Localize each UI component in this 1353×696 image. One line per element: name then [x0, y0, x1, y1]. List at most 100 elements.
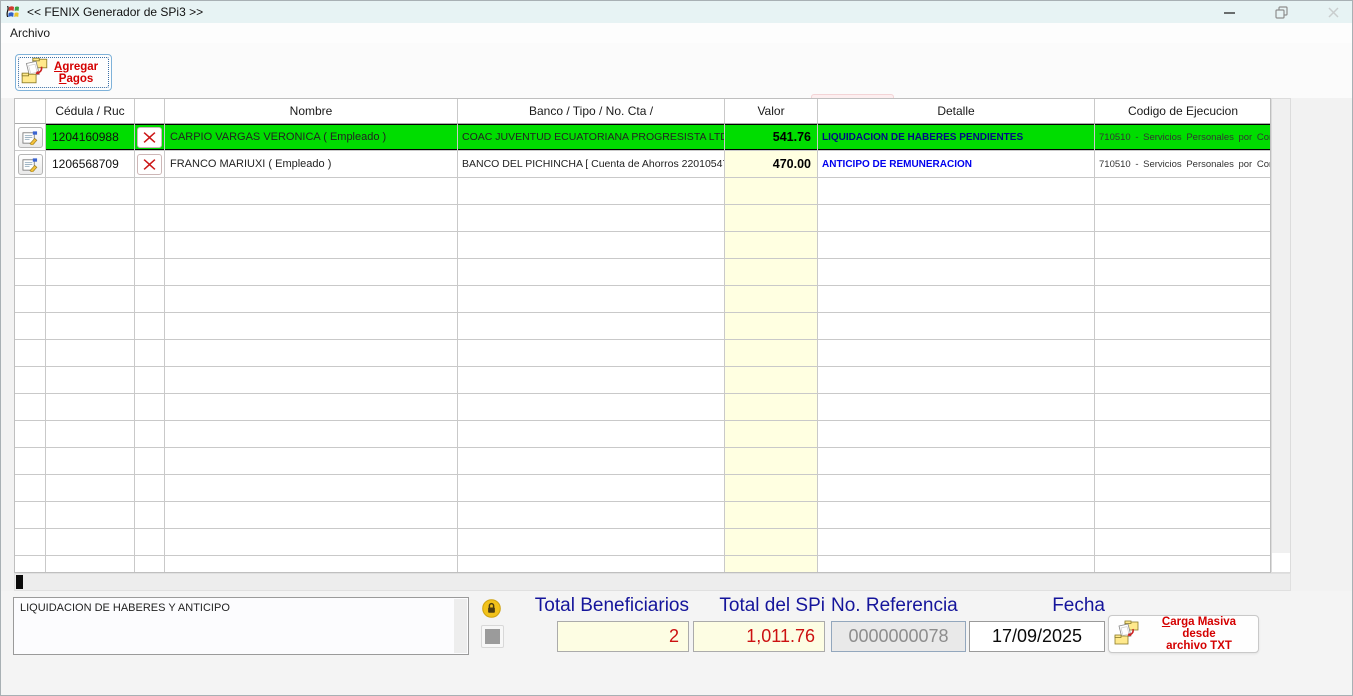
- detalle-cell: [818, 313, 1095, 340]
- detalle-cell: LIQUIDACION DE HABERES PENDIENTES: [818, 124, 1095, 151]
- table-row-empty: [15, 286, 1270, 313]
- nombre-cell: [165, 529, 458, 556]
- edit-cell: [15, 205, 46, 232]
- valor-cell: [725, 232, 818, 259]
- table-row[interactable]: 1206568709FRANCO MARIUXI ( Empleado )BAN…: [15, 151, 1270, 178]
- nombre-cell: [165, 286, 458, 313]
- window-controls: [1218, 1, 1344, 23]
- valor-cell: [725, 286, 818, 313]
- delete-row-button[interactable]: [137, 127, 162, 148]
- codigo-cell: [1095, 394, 1271, 421]
- app-icon: [5, 4, 21, 20]
- detalle-cell: ANTICIPO DE REMUNERACION: [818, 151, 1095, 178]
- cedula-cell: [46, 502, 135, 529]
- cedula-cell: [46, 205, 135, 232]
- codigo-cell: [1095, 178, 1271, 205]
- detalle-cell: [818, 367, 1095, 394]
- detalle-cell: [818, 340, 1095, 367]
- table-row-empty: [15, 232, 1270, 259]
- valor-cell: [725, 205, 818, 232]
- edit-cell: [15, 556, 46, 573]
- description-scrollbar[interactable]: [454, 599, 467, 653]
- gray-square-button[interactable]: [481, 625, 504, 648]
- codigo-cell: [1095, 313, 1271, 340]
- cedula-cell: 1206568709: [46, 151, 135, 178]
- horizontal-scrollbar[interactable]: [14, 573, 1291, 591]
- close-button[interactable]: [1322, 3, 1344, 21]
- valor-cell: [725, 556, 818, 573]
- column-header-codigo-de-ejecucion: Codigo de Ejecucion: [1095, 99, 1271, 123]
- payments-table: Cédula / RucNombreBanco / Tipo / No. Cta…: [14, 98, 1271, 573]
- column-header-banco-tipo-no-cta: Banco / Tipo / No. Cta /: [458, 99, 725, 123]
- cedula-cell: [46, 178, 135, 205]
- valor-cell: [725, 529, 818, 556]
- column-header-valor: Valor: [725, 99, 818, 123]
- edit-cell: [15, 502, 46, 529]
- footer: LIQUIDACION DE HABERES Y ANTICIPO Total …: [1, 591, 1352, 696]
- edit-row-button[interactable]: [18, 154, 43, 175]
- valor-cell: [725, 448, 818, 475]
- edit-cell: [15, 151, 46, 178]
- cedula-cell: [46, 313, 135, 340]
- toolbar: Agregar Pagos Salir: [1, 43, 1352, 98]
- carga-masiva-button[interactable]: Carga Masiva desde archivo TXT: [1108, 615, 1259, 653]
- delete-cell: [135, 286, 165, 313]
- codigo-cell: [1095, 421, 1271, 448]
- total-spi-label: Total del SPi: [693, 595, 825, 619]
- menu-archivo[interactable]: Archivo: [1, 26, 59, 40]
- detalle-cell: [818, 475, 1095, 502]
- detalle-cell: [818, 556, 1095, 573]
- banco-cell: [458, 394, 725, 421]
- banco-cell: [458, 178, 725, 205]
- edit-cell: [15, 394, 46, 421]
- delete-cell: [135, 367, 165, 394]
- banco-cell: [458, 367, 725, 394]
- detalle-cell: [818, 178, 1095, 205]
- cedula-cell: [46, 556, 135, 573]
- gray-square-icon: [485, 629, 500, 644]
- delete-cell: [135, 259, 165, 286]
- edit-cell: [15, 367, 46, 394]
- referencia-label: No. Referencia: [831, 595, 981, 619]
- table-row-empty: [15, 313, 1270, 340]
- codigo-cell: [1095, 556, 1271, 573]
- delete-row-button[interactable]: [137, 154, 162, 175]
- banco-cell: [458, 286, 725, 313]
- codigo-cell: [1095, 529, 1271, 556]
- nombre-cell: [165, 232, 458, 259]
- menubar: Archivo: [1, 23, 1352, 43]
- description-textarea[interactable]: LIQUIDACION DE HABERES Y ANTICIPO: [13, 597, 469, 655]
- nombre-cell: [165, 394, 458, 421]
- detalle-cell: [818, 232, 1095, 259]
- delete-cell: [135, 421, 165, 448]
- minimize-button[interactable]: [1218, 3, 1240, 21]
- table-row-empty: [15, 394, 1270, 421]
- edit-cell: [15, 475, 46, 502]
- table-row-empty: [15, 475, 1270, 502]
- folder-import-icon: [1113, 619, 1141, 650]
- valor-cell: [725, 502, 818, 529]
- valor-cell: 470.00: [725, 151, 818, 178]
- edit-cell: [15, 124, 46, 151]
- codigo-cell: 710510 - Servicios Personales por Contra…: [1095, 124, 1271, 151]
- delete-cell: [135, 124, 165, 151]
- table-row[interactable]: 1204160988CARPIO VARGAS VERONICA ( Emple…: [15, 124, 1270, 151]
- banco-cell: [458, 313, 725, 340]
- table-row-empty: [15, 205, 1270, 232]
- edit-cell: [15, 259, 46, 286]
- detalle-cell: [818, 529, 1095, 556]
- detalle-cell: [818, 502, 1095, 529]
- delete-cell: [135, 151, 165, 178]
- table-row-empty: [15, 421, 1270, 448]
- edit-row-button[interactable]: [18, 127, 43, 148]
- edit-cell: [15, 421, 46, 448]
- fecha-input[interactable]: 17/09/2025: [969, 621, 1105, 652]
- vertical-scrollbar[interactable]: [1271, 98, 1291, 573]
- maximize-restore-button[interactable]: [1270, 3, 1292, 21]
- delete-cell: [135, 475, 165, 502]
- table-row-empty: [15, 556, 1270, 573]
- codigo-cell: [1095, 232, 1271, 259]
- horizontal-scrollbar-thumb[interactable]: [16, 575, 23, 589]
- total-beneficiarios-label: Total Beneficiarios: [501, 595, 689, 619]
- agregar-pagos-button[interactable]: Agregar Pagos: [15, 54, 112, 91]
